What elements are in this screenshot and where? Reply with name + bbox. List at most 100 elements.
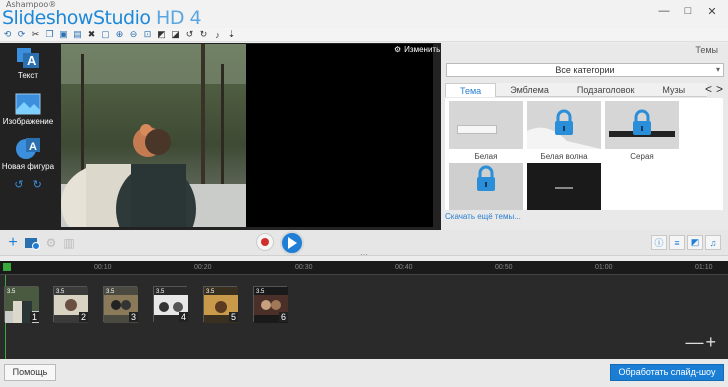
help-button[interactable]: Помощь [4, 364, 56, 381]
clip-duration: 3.5 [206, 289, 215, 295]
download-more-themes-link[interactable]: Скачать ещё темы... [445, 212, 521, 221]
preview-empty-area [246, 44, 433, 227]
category-select[interactable]: Все категории ▾ [446, 63, 724, 77]
shape-label: Новая фигура [1, 162, 55, 171]
theme-thumb-locked [449, 163, 523, 210]
rotate-cw-icon[interactable]: ↻ [33, 179, 42, 191]
timeline-clip[interactable]: 3.5 1 [4, 286, 39, 323]
theme-card[interactable]: Белая волна [527, 101, 601, 161]
clip-duration: 3.5 [56, 289, 65, 295]
rotate-left-icon[interactable]: ↺ [184, 29, 195, 40]
effects-icon[interactable]: ◪ [170, 29, 181, 40]
theme-card[interactable] [449, 163, 523, 210]
object-panel: A Текст Изображение A Новая фигура ↺ ↻ [0, 43, 56, 230]
clip-number: 3 [128, 312, 138, 322]
record-button[interactable] [256, 233, 274, 251]
preview-photo[interactable] [61, 44, 246, 227]
delete-icon[interactable]: ✖ [86, 29, 97, 40]
rotate-ccw-icon[interactable]: ↺ [14, 179, 23, 191]
process-slideshow-button[interactable]: Обработать слайд-шоу [610, 364, 724, 381]
cut-icon[interactable]: ✂ [30, 29, 41, 40]
play-button[interactable] [280, 231, 304, 255]
tab-theme[interactable]: Тема [445, 83, 497, 97]
add-text-button[interactable]: A Текст [0, 47, 56, 80]
tab-next-arrow-icon[interactable]: > [716, 83, 723, 95]
timeline-clip[interactable]: 3.5 4 [153, 286, 188, 323]
theme-thumb-white-wave [527, 101, 601, 149]
tab-subtitle[interactable]: Подзаголовок [563, 83, 649, 97]
tick-label: 00:50 [495, 264, 513, 271]
edit-icon[interactable]: ◩ [687, 235, 703, 250]
theme-card[interactable]: Белая [449, 101, 523, 161]
maximize-button[interactable]: □ [678, 2, 698, 20]
add-image-button[interactable]: Изображение [0, 93, 56, 126]
text-style-icon[interactable]: ≡ [669, 235, 685, 250]
lock-icon [527, 109, 601, 149]
clip-duration: 3.5 [156, 289, 165, 295]
theme-card[interactable]: Серая [605, 101, 679, 161]
chevron-down-icon: ▾ [715, 65, 720, 74]
themes-tabs: Тема Эмблема Подзаголовок Музы [445, 83, 707, 97]
title-bar: Ashampoo® SlideshowStudio HD 4 — □ ✕ [0, 0, 728, 29]
pointer-icon[interactable]: ⇣ [226, 29, 237, 40]
timeline-clip[interactable]: 3.5 2 [53, 286, 88, 323]
clip-number: 1 [29, 312, 39, 322]
redo-icon[interactable]: ⟳ [16, 29, 27, 40]
change-button[interactable]: ⚙ Изменить [394, 45, 440, 54]
rotate-controls: ↺ ↻ [0, 178, 56, 191]
clip-duration: 3.5 [7, 289, 16, 295]
zoom-fit-icon[interactable]: ⊡ [142, 29, 153, 40]
preview-area: ⚙ Изменить [56, 43, 441, 230]
clip-number: 2 [78, 312, 88, 322]
add-shape-button[interactable]: A Новая фигура [0, 136, 56, 171]
fit-icon[interactable]: ▢ [100, 29, 111, 40]
timeline-ruler: 00:10 00:20 00:30 00:40 00:50 01:00 01:1… [0, 261, 728, 275]
add-icon[interactable]: + [6, 234, 20, 251]
app-title-suffix: HD 4 [156, 7, 202, 29]
audio-icon[interactable]: ♪ [212, 29, 223, 40]
zoom-out-icon[interactable]: ⊖ [128, 29, 139, 40]
rotate-right-icon[interactable]: ↻ [198, 29, 209, 40]
paste-icon[interactable]: ▣ [58, 29, 69, 40]
image-label: Изображение [2, 117, 54, 126]
svg-text:A: A [29, 141, 37, 153]
tick-label: 00:40 [395, 264, 413, 271]
paste-alt-icon[interactable]: ▤ [72, 29, 83, 40]
trash-icon[interactable]: ▥ [63, 235, 75, 251]
info-icon[interactable]: ⓘ [651, 235, 667, 250]
theme-thumb-gray [605, 101, 679, 149]
tab-emblem[interactable]: Эмблема [496, 83, 563, 97]
themes-header: Темы [695, 45, 718, 55]
tab-music[interactable]: Музы [648, 83, 699, 97]
music-icon[interactable]: ♫ [705, 235, 721, 250]
timeline-clip[interactable]: 3.5 5 [203, 286, 238, 323]
theme-label: Белая [474, 152, 498, 161]
tab-scroll-arrows: < > [705, 83, 723, 95]
copy-icon[interactable]: ❐ [44, 29, 55, 40]
timeline-clip[interactable]: 3.5 6 [253, 286, 288, 323]
svg-text:A: A [27, 53, 37, 68]
timeline-zoom-control[interactable]: —+ [685, 332, 718, 353]
playhead-marker[interactable] [3, 263, 11, 271]
theme-thumb-dark [527, 163, 601, 210]
tick-label: 00:30 [295, 264, 313, 271]
horizontal-splitter[interactable]: ⋯ [360, 250, 368, 259]
image-icon [15, 93, 41, 115]
themes-panel: Темы Все категории ▾ Тема Эмблема Подзаг… [441, 43, 728, 230]
crop-icon[interactable]: ◩ [156, 29, 167, 40]
window-controls: — □ ✕ [654, 2, 722, 20]
timeline: 00:10 00:20 00:30 00:40 00:50 01:00 01:1… [0, 261, 728, 359]
minimize-button[interactable]: — [654, 2, 674, 20]
timeline-clip[interactable]: 3.5 3 [103, 286, 138, 323]
shape-icon: A [16, 138, 40, 159]
tab-prev-arrow-icon[interactable]: < [705, 83, 712, 95]
add-media-icon[interactable] [24, 235, 40, 251]
close-button[interactable]: ✕ [702, 2, 722, 20]
settings-icon[interactable]: ⚙ [44, 235, 58, 251]
tick-label: 00:20 [194, 264, 212, 271]
undo-icon[interactable]: ⟲ [2, 29, 13, 40]
theme-card[interactable] [527, 163, 601, 210]
zoom-in-icon[interactable]: ⊕ [114, 29, 125, 40]
lock-icon [609, 109, 675, 137]
app-title: SlideshowStudio HD 4 [2, 7, 202, 29]
